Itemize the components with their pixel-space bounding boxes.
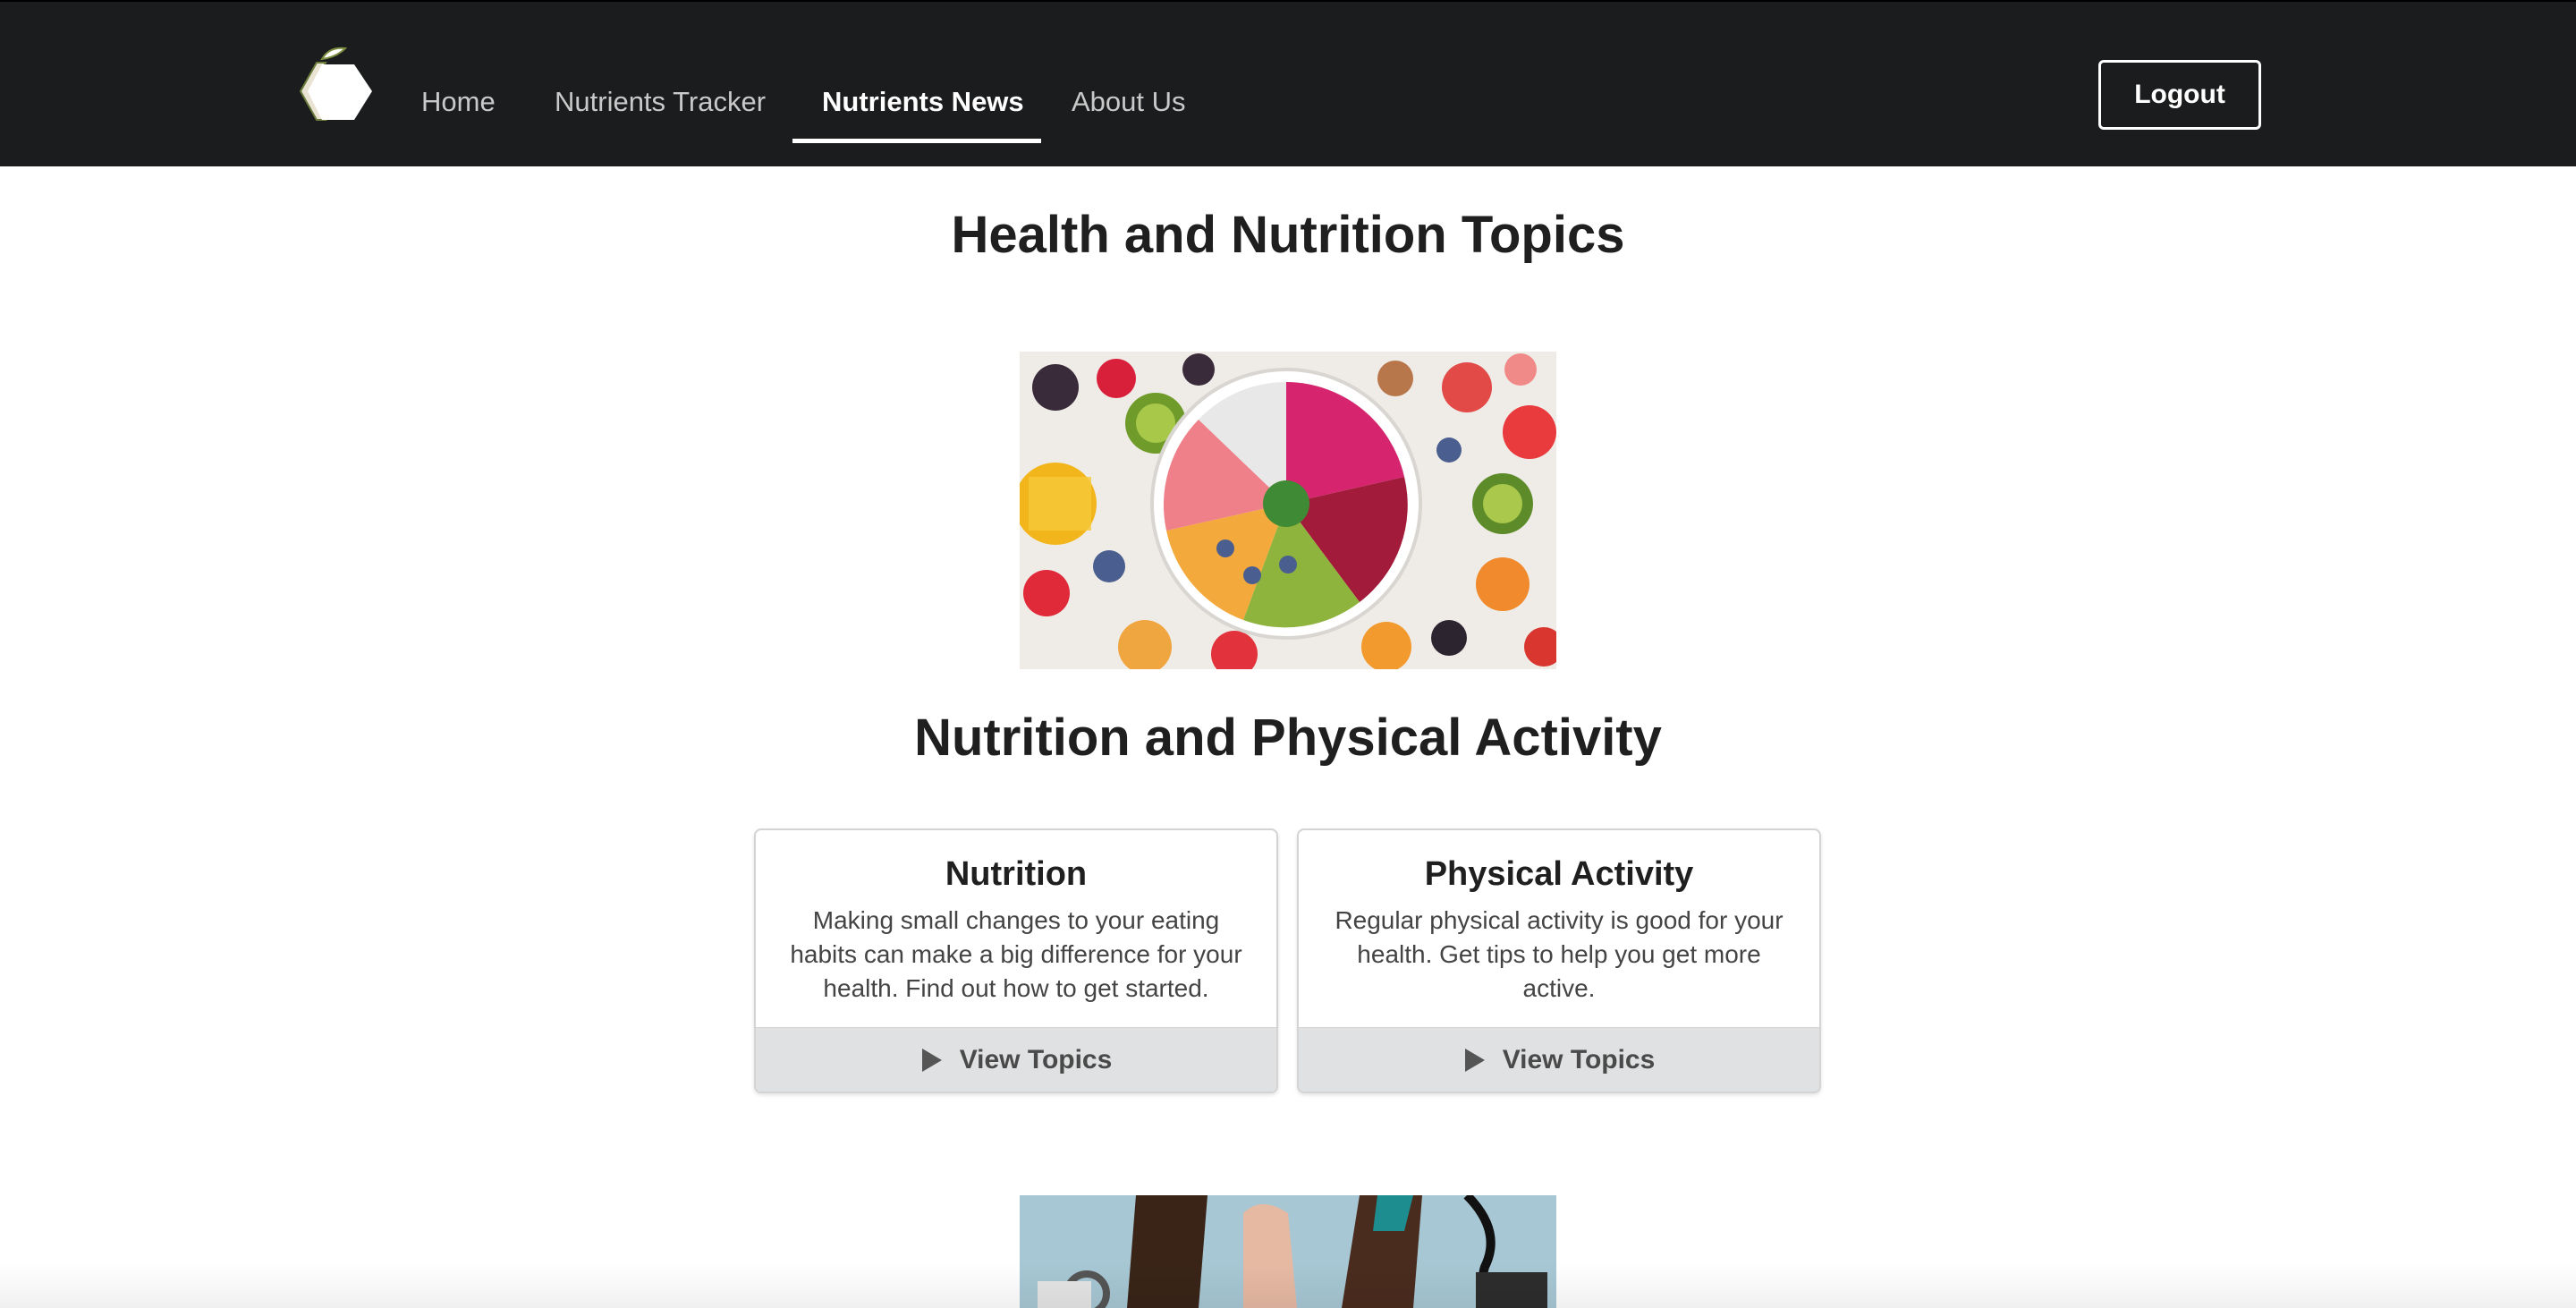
card-description: Regular physical activity is good for yo…	[1335, 906, 1784, 1002]
active-tab-indicator	[792, 139, 1041, 143]
card-title: Nutrition	[945, 855, 1088, 893]
card-title: Physical Activity	[1424, 855, 1694, 893]
view-topics-label: View Topics	[1502, 1044, 1656, 1074]
fruit-bowl-image	[1020, 352, 1556, 669]
nutrition-card: Nutrition Making small changes to your e…	[754, 828, 1278, 1093]
logout-button[interactable]: Logout	[2098, 60, 2261, 130]
nav-home-link[interactable]: Home	[421, 84, 496, 120]
nav-nutrients-tracker-link[interactable]: Nutrients Tracker	[555, 84, 766, 120]
nav-about-us-link[interactable]: About Us	[1072, 84, 1186, 120]
play-icon	[920, 1047, 944, 1074]
physical-activity-card: Physical Activity Regular physical activ…	[1297, 828, 1821, 1093]
view-topics-label: View Topics	[959, 1044, 1113, 1074]
medical-checkup-image	[1020, 1195, 1556, 1308]
page-title: Health and Nutrition Topics	[951, 206, 1625, 264]
play-icon	[1463, 1047, 1487, 1074]
nav-nutrients-news-link[interactable]: Nutrients News	[822, 84, 1024, 120]
card-description: Making small changes to your eating habi…	[790, 906, 1242, 1002]
view-topics-button[interactable]: View Topics	[756, 1027, 1276, 1091]
top-navbar: Home Nutrients Tracker Nutrients News Ab…	[0, 0, 2576, 166]
hexagon-apple-logo-icon[interactable]	[295, 43, 377, 132]
view-topics-button[interactable]: View Topics	[1299, 1027, 1819, 1091]
section-title: Nutrition and Physical Activity	[914, 709, 1662, 767]
